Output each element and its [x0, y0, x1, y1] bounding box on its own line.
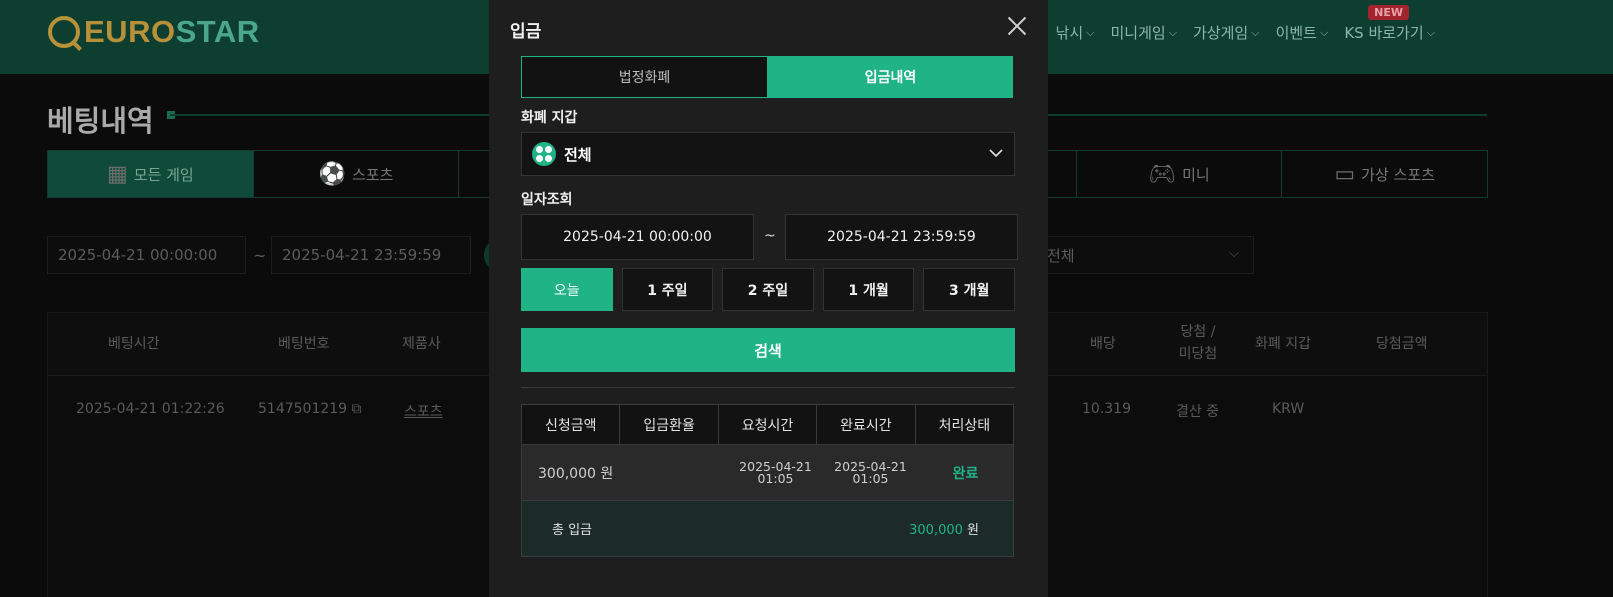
deposit-modal: 입금 법정화폐 입금내역 화폐 지갑 전체 일자조회 2025-04-21 00…	[489, 0, 1048, 597]
logo-mark-icon	[48, 16, 80, 48]
th-bet-time: 베팅시간	[108, 336, 160, 352]
tab-sports[interactable]: ⚽ 스포츠	[254, 151, 460, 197]
deposit-total-row: 총 입금 300,000 원	[522, 501, 1013, 556]
new-badge: NEW	[1368, 5, 1409, 20]
chevron-down-icon: ⌵	[1086, 25, 1095, 39]
date-to-input[interactable]: 2025-04-21 23:59:59	[785, 214, 1018, 260]
status-badge: 완료	[952, 465, 979, 482]
page-title: 베팅내역	[47, 104, 154, 138]
nav-item-fishing[interactable]: 낚시 ⌵	[1056, 22, 1095, 43]
period-3-months-button[interactable]: 3 개월	[923, 268, 1015, 311]
deposit-table: 신청금액 입금환율 요청시간 완료시간 처리상태 300,000 원 2025-…	[521, 404, 1014, 557]
total-value: 300,000 원	[909, 523, 979, 538]
bg-filter-select[interactable]: 전체 ⌵	[1030, 236, 1254, 274]
deposit-table-header: 신청금액 입금환율 요청시간 완료시간 처리상태	[522, 405, 1013, 445]
logo-text: EUROSTAR	[84, 14, 260, 49]
modal-tabs: 법정화폐 입금내역	[521, 56, 1013, 98]
td-provider-link[interactable]: 스포츠	[404, 401, 443, 421]
tab-deposit-history[interactable]: 입금내역	[768, 56, 1013, 98]
th-request-amount: 신청금액	[522, 405, 621, 444]
wallet-select[interactable]: 전체	[521, 132, 1015, 176]
nav-item-virtual-game[interactable]: 가상게임 ⌵	[1193, 22, 1260, 43]
bg-date-separator: ~	[253, 246, 267, 265]
th-deposit-rate: 입금환율	[620, 405, 719, 444]
wallet-label: 화폐 지갑	[521, 110, 578, 126]
date-separator: ~	[764, 228, 776, 244]
tab-virtual-sports[interactable]: ▭ 가상 스포츠	[1282, 151, 1487, 197]
divider	[521, 387, 1015, 388]
th-request-time: 요청시간	[719, 405, 818, 444]
logo[interactable]: EUROSTAR	[48, 14, 260, 50]
soccer-ball-icon: ⚽	[318, 161, 347, 187]
close-icon[interactable]	[1003, 12, 1031, 40]
chevron-down-icon: ⌵	[1426, 25, 1435, 39]
td-rate	[633, 445, 728, 500]
date-from-input[interactable]: 2025-04-21 00:00:00	[521, 214, 754, 260]
grid-icon: ▦	[106, 161, 128, 187]
chevron-down-icon: ⌵	[1168, 25, 1178, 39]
top-nav: 낚시 ⌵ 미니게임 ⌵ 가상게임 ⌵ 이벤트 ⌵ KS 바로가기 ⌵	[1056, 22, 1435, 43]
page: EUROSTAR 낚시 ⌵ 미니게임 ⌵ 가상게임 ⌵ 이벤트 ⌵ KS 바로가기 ⌵ N…	[0, 0, 1613, 597]
nav-item-minigame[interactable]: 미니게임 ⌵	[1110, 22, 1177, 43]
search-button[interactable]: 검색	[521, 328, 1015, 372]
tab-all-games[interactable]: ▦ 모든 게임	[48, 151, 254, 197]
th-provider: 제품사	[402, 336, 441, 352]
chevron-down-icon: ⌵	[1229, 246, 1239, 261]
chevron-down-icon	[989, 149, 1003, 158]
th-odds: 배당	[1090, 336, 1116, 352]
th-win-lose: 당첨 / 미당첨	[1178, 324, 1218, 362]
td-wallet: KRW	[1272, 401, 1305, 417]
wallet-grid-icon	[532, 142, 556, 166]
period-2-weeks-button[interactable]: 2 주일	[722, 268, 814, 311]
nav-item-event[interactable]: 이벤트 ⌵	[1276, 22, 1329, 43]
td-result: 결산 중	[1176, 404, 1220, 420]
td-complete-time: 2025-04-21 01:05	[834, 458, 907, 486]
modal-title: 입금	[510, 22, 542, 42]
period-today-button[interactable]: 오늘	[521, 268, 613, 311]
bg-date-from-input[interactable]: 2025-04-21 00:00:00	[47, 236, 246, 274]
td-amount: 300,000 원	[538, 465, 614, 482]
period-1-week-button[interactable]: 1 주일	[621, 268, 714, 311]
th-bet-number: 베팅번호	[278, 336, 330, 352]
td-bet-time: 2025-04-21 01:22:26	[76, 401, 225, 417]
th-status: 처리상태	[938, 417, 991, 434]
date-label: 일자조회	[521, 192, 573, 208]
th-complete-time: 완료시간	[817, 405, 916, 444]
period-buttons: 오늘 1 주일 2 주일 1 개월 3 개월	[521, 268, 1015, 311]
wallet-select-value: 전체	[564, 145, 592, 164]
table-row: 300,000 원 2025-04-21 01:05 2025-04-21 01:0…	[522, 445, 1013, 501]
td-odds: 10.319	[1082, 401, 1131, 417]
tab-fiat[interactable]: 법정화폐	[521, 56, 768, 98]
total-label: 총 입금	[552, 523, 593, 538]
td-bet-number: 5147501219 ⧉	[258, 401, 362, 417]
chevron-down-icon: ⌵	[1319, 25, 1329, 39]
bg-date-to-input[interactable]: 2025-04-21 23:59:59	[271, 236, 471, 274]
nav-item-ks-shortcut[interactable]: KS 바로가기 ⌵	[1344, 22, 1435, 43]
vr-headset-icon: ▭	[1334, 161, 1356, 187]
gamepad-icon: 🎮︎	[1148, 161, 1177, 187]
tab-mini[interactable]: 🎮︎ 미니	[1077, 151, 1283, 197]
chevron-down-icon: ⌵	[1251, 25, 1260, 39]
copy-icon[interactable]: ⧉	[352, 401, 362, 417]
th-win-amount: 당첨금액	[1376, 336, 1428, 352]
td-request-time: 2025-04-21 01:05	[739, 458, 812, 486]
th-wallet: 화폐 지갑	[1255, 336, 1311, 352]
period-1-month-button[interactable]: 1 개월	[822, 268, 915, 311]
